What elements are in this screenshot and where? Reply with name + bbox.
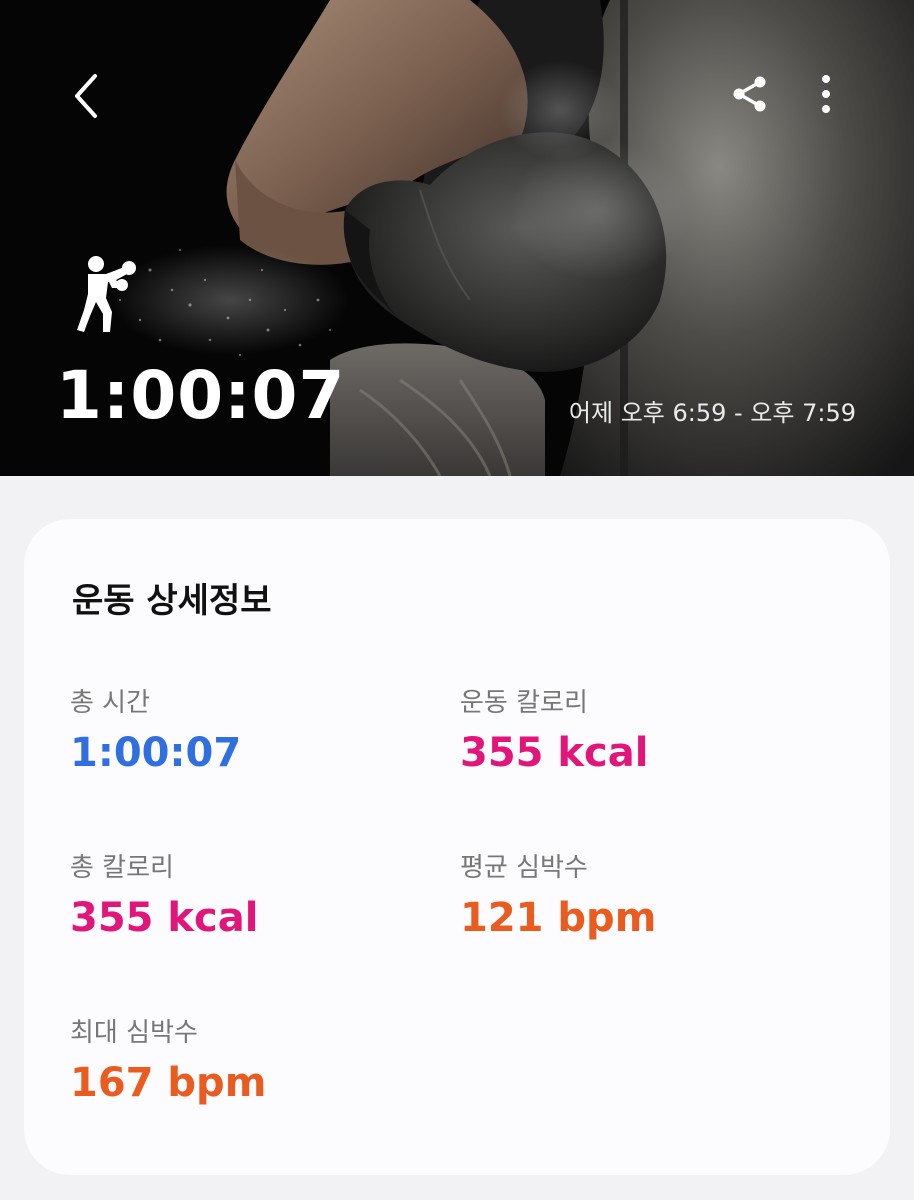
stat-value: 355 kcal bbox=[70, 895, 259, 941]
chevron-left-icon bbox=[75, 74, 97, 118]
stat-total-time: 총 시간 1:00:07 bbox=[70, 687, 450, 777]
back-button[interactable] bbox=[58, 66, 114, 126]
more-vertical-icon bbox=[822, 75, 830, 113]
stat-value: 121 bpm bbox=[460, 895, 657, 941]
boxing-icon bbox=[77, 256, 136, 332]
stat-value: 167 bpm bbox=[70, 1060, 267, 1106]
stat-label: 총 시간 bbox=[70, 688, 151, 718]
card-title: 운동 상세정보 bbox=[72, 581, 272, 621]
stat-max-heart-rate: 최대 심박수 167 bpm bbox=[70, 1017, 450, 1107]
workout-details-card: 운동 상세정보 총 시간 1:00:07 운동 칼로리 355 kcal 총 칼… bbox=[24, 519, 890, 1175]
stat-value: 1:00:07 bbox=[70, 730, 242, 776]
share-icon bbox=[733, 76, 766, 112]
workout-time-range: 어제 오후 6:59 - 오후 7:59 bbox=[568, 399, 856, 427]
stat-value: 355 kcal bbox=[460, 730, 649, 776]
stat-label: 운동 칼로리 bbox=[460, 688, 588, 718]
stat-exercise-calories: 운동 칼로리 355 kcal bbox=[460, 687, 840, 777]
share-button[interactable] bbox=[722, 66, 778, 122]
stat-label: 평균 심박수 bbox=[460, 853, 588, 883]
stat-label: 총 칼로리 bbox=[70, 853, 174, 883]
workout-hero-image: 1:00:07 어제 오후 6:59 - 오후 7:59 bbox=[0, 0, 914, 476]
stat-total-calories: 총 칼로리 355 kcal bbox=[70, 852, 450, 942]
more-options-button[interactable] bbox=[802, 66, 850, 122]
stat-average-heart-rate: 평균 심박수 121 bpm bbox=[460, 852, 840, 942]
workout-detail-screen: 1:00:07 어제 오후 6:59 - 오후 7:59 운동 상세정보 총 시… bbox=[0, 0, 914, 1200]
workout-duration: 1:00:07 bbox=[56, 357, 346, 434]
stat-label: 최대 심박수 bbox=[70, 1018, 198, 1048]
